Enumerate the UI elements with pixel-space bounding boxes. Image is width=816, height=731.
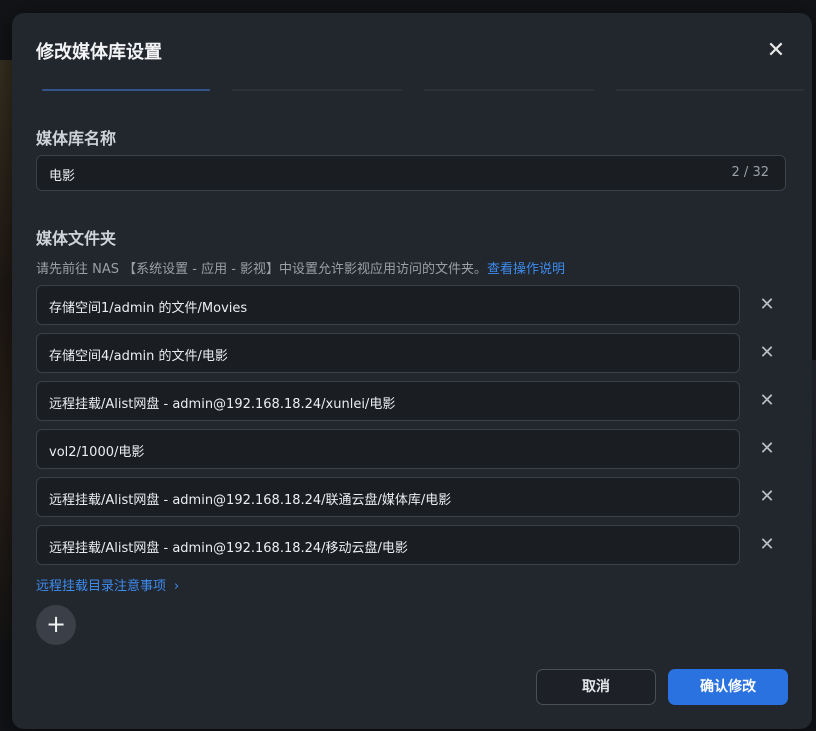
remove-folder-icon[interactable]: ✕	[756, 438, 778, 460]
remove-folder-icon[interactable]: ✕	[756, 294, 778, 316]
dialog-title: 修改媒体库设置	[36, 42, 162, 63]
add-folder-button[interactable]: +	[36, 605, 76, 645]
folder-path-field[interactable]: vol2/1000/电影	[36, 429, 740, 469]
tab-indicator[interactable]	[616, 89, 804, 91]
remove-folder-icon[interactable]: ✕	[756, 390, 778, 412]
remove-folder-icon[interactable]: ✕	[756, 342, 778, 364]
confirm-button[interactable]: 确认修改	[668, 669, 788, 705]
tab-strip	[36, 89, 804, 91]
hint-text: 请先前往 NAS 【系统设置 - 应用 - 影视】中设置允许影视应用访问的文件夹…	[36, 262, 488, 277]
close-icon[interactable]: ✕	[766, 40, 786, 62]
folder-path-field[interactable]: 远程挂载/Alist网盘 - admin@192.168.18.24/xunle…	[36, 381, 740, 421]
remote-mount-notice-link[interactable]: 远程挂载目录注意事项 ›	[36, 575, 179, 594]
folder-path: 存储空间4/admin 的文件/电影	[49, 349, 228, 364]
folder-path: 远程挂载/Alist网盘 - admin@192.168.18.24/联通云盘/…	[49, 493, 452, 508]
remove-folder-icon[interactable]: ✕	[756, 486, 778, 508]
remove-folder-icon[interactable]: ✕	[756, 534, 778, 556]
library-name-input[interactable]: 电影 2 / 32	[36, 155, 786, 191]
folder-path: 远程挂载/Alist网盘 - admin@192.168.18.24/xunle…	[49, 397, 396, 412]
cancel-button[interactable]: 取消	[536, 669, 656, 705]
folder-path: 远程挂载/Alist网盘 - admin@192.168.18.24/移动云盘/…	[49, 541, 408, 556]
permission-hint: 请先前往 NAS 【系统设置 - 应用 - 影视】中设置允许影视应用访问的文件夹…	[36, 258, 565, 277]
folder-path: 存储空间1/admin 的文件/Movies	[49, 301, 248, 316]
library-settings-dialog: 修改媒体库设置 ✕ 媒体库名称 电影 2 / 32 媒体文件夹 请先前往 NAS…	[12, 13, 812, 729]
tab-indicator[interactable]	[424, 89, 594, 91]
chevron-right-icon: ›	[174, 579, 180, 594]
media-folders-label: 媒体文件夹	[36, 229, 117, 248]
folder-path-field[interactable]: 远程挂载/Alist网盘 - admin@192.168.18.24/联通云盘/…	[36, 477, 740, 517]
library-name-label: 媒体库名称	[36, 129, 117, 148]
folder-path: vol2/1000/电影	[49, 445, 145, 460]
tab-indicator[interactable]	[232, 89, 402, 91]
character-counter: 2 / 32	[731, 165, 769, 180]
tab-indicator-active[interactable]	[42, 89, 210, 91]
folder-path-field[interactable]: 远程挂载/Alist网盘 - admin@192.168.18.24/移动云盘/…	[36, 525, 740, 565]
folder-path-field[interactable]: 存储空间4/admin 的文件/电影	[36, 333, 740, 373]
remote-mount-notice-text: 远程挂载目录注意事项	[36, 579, 167, 594]
folder-path-field[interactable]: 存储空间1/admin 的文件/Movies	[36, 285, 740, 325]
help-link[interactable]: 查看操作说明	[487, 262, 565, 277]
library-name-value: 电影	[49, 169, 76, 184]
